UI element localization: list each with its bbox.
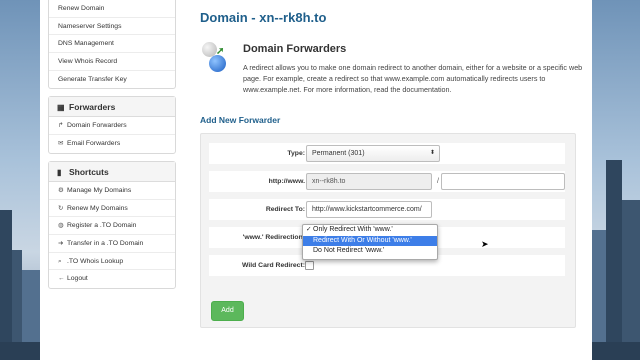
sidebar-item-dns-management[interactable]: DNS Management (49, 35, 175, 54)
envelope-icon: ✉ (58, 140, 64, 148)
www-redirection-dropdown[interactable]: ✓ Only Redirect With 'www.' Redirect With… (302, 224, 489, 260)
redirect-to-row: Redirect To: http://www.kickstartcommerc… (209, 199, 565, 220)
domain-forwarder-globe-icon: ➚ (202, 42, 232, 72)
checkmark-icon: ✓ (306, 226, 312, 233)
sidebar-item-whois-lookup[interactable]: ⌕ .TO Whois Lookup (49, 253, 175, 271)
http-www-label: http://www. (268, 178, 305, 185)
background-city-left (0, 0, 40, 360)
background-city-right (592, 0, 640, 360)
bookmark-icon: ▮ (57, 167, 62, 177)
sidebar-item-nameserver-settings[interactable]: Nameserver Settings (49, 18, 175, 36)
gear-icon: ⚙ (58, 186, 64, 194)
www-option-only-with[interactable]: ✓ Only Redirect With 'www.' (303, 225, 437, 236)
source-path-input[interactable] (441, 173, 565, 190)
section-heading: Domain Forwarders (243, 43, 347, 55)
transfer-icon: ➜ (58, 239, 64, 247)
forwarders-panel-header: ▦ Forwarders (49, 97, 175, 118)
sidebar-item-logout[interactable]: ← Logout (49, 270, 175, 288)
redirect-to-label: Redirect To: (265, 206, 305, 213)
www-option-with-or-without[interactable]: Redirect With Or Without 'www.' (303, 235, 437, 247)
redirect-url-input[interactable]: http://www.kickstartcommerce.com/ (306, 201, 432, 218)
select-arrows-icon: ⬍ (429, 150, 435, 156)
share-arrow-icon: ↱ (58, 122, 64, 130)
refresh-icon: ↻ (58, 204, 64, 212)
www-redirection-row: 'www.' Redirection: ✓ Only Redirect With … (209, 224, 565, 260)
wildcard-label: Wild Card Redirect: (241, 262, 305, 269)
add-forwarder-form: Type: Permanent (301) ⬍ http://www. xn--… (200, 133, 576, 328)
type-select[interactable]: Permanent (301) ⬍ (306, 145, 440, 162)
www-option-do-not-redirect[interactable]: Do Not Redirect 'www.' (303, 246, 437, 257)
sidebar-item-domain-forwarders[interactable]: ↱ Domain Forwarders (49, 117, 175, 136)
logout-icon: ← (58, 275, 65, 283)
sidebar-item-renew-my-domains[interactable]: ↻ Renew My Domains (49, 200, 175, 218)
page-content: Renew Domain Nameserver Settings DNS Man… (40, 0, 592, 360)
section-description: A redirect allows you to make one domain… (243, 63, 583, 94)
search-icon: ⌕ (58, 257, 62, 265)
mouse-pointer-icon: ➤ (481, 239, 489, 249)
type-row: Type: Permanent (301) ⬍ (209, 143, 565, 164)
source-url-row: http://www. xn--rk8h.to / (209, 171, 565, 192)
type-label: Type: (287, 150, 305, 157)
sidebar-item-manage-my-domains[interactable]: ⚙ Manage My Domains (49, 182, 175, 200)
sidebar-item-register-to-domain[interactable]: ◍ Register a .TO Domain (49, 217, 175, 235)
shortcuts-panel-header: ▮ Shortcuts (49, 161, 175, 182)
domain-actions-panel: Renew Domain Nameserver Settings DNS Man… (48, 0, 176, 90)
path-separator: / (437, 178, 439, 185)
shortcuts-panel: ▮ Shortcuts ⚙ Manage My Domains ↻ Renew My … (48, 160, 176, 289)
sidebar-item-transfer-to-domain[interactable]: ➜ Transfer in a .TO Domain (49, 235, 175, 253)
add-button[interactable]: Add (211, 301, 244, 321)
source-domain-field: xn--rk8h.to (306, 173, 432, 190)
sidebar-item-email-forwarders[interactable]: ✉ Email Forwarders (49, 135, 175, 153)
forwarders-panel: ▦ Forwarders ↱ Domain Forwarders ✉ Email Fo… (48, 96, 176, 154)
sidebar-item-renew-domain[interactable]: Renew Domain (49, 0, 175, 18)
www-redirection-label: 'www.' Redirection: (242, 234, 305, 241)
page-title: Domain - xn--rk8h.to (200, 10, 327, 25)
sidebar: Renew Domain Nameserver Settings DNS Man… (48, 0, 176, 296)
calendar-icon: ▦ (57, 103, 65, 113)
add-forwarder-heading: Add New Forwarder (200, 115, 281, 125)
wildcard-checkbox[interactable] (305, 261, 314, 270)
sidebar-item-view-whois-record[interactable]: View Whois Record (49, 53, 175, 71)
globe-icon: ◍ (58, 222, 64, 230)
sidebar-item-generate-transfer-key[interactable]: Generate Transfer Key (49, 71, 175, 89)
type-select-value: Permanent (301) (312, 150, 365, 157)
